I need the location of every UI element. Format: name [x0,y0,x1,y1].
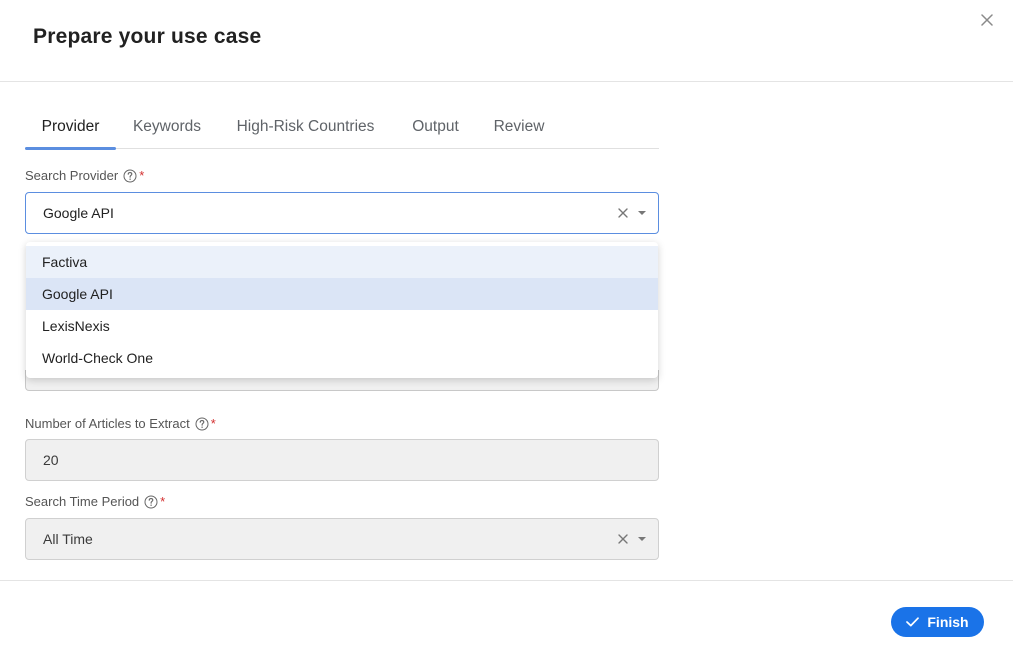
required-mark: * [160,494,166,509]
time-period-value: All Time [43,531,93,547]
time-period-select[interactable]: All Time [25,518,659,560]
tab-output[interactable]: Output [393,104,478,149]
time-period-label: Search Time Period * [25,494,166,509]
help-circle-icon[interactable] [123,169,137,183]
search-provider-select[interactable]: Google API [25,192,659,234]
tab-review[interactable]: Review [478,104,560,149]
caret-down-icon[interactable] [636,533,648,545]
tab-keywords[interactable]: Keywords [116,104,218,149]
dialog-header: Prepare your use case [0,0,1013,82]
num-articles-input[interactable]: 20 [25,439,659,481]
search-provider-label: Search Provider * [25,168,145,183]
option-world-check-one[interactable]: World-Check One [26,342,658,374]
required-mark: * [139,168,145,183]
close-button[interactable] [977,10,997,30]
step-tabs: Provider Keywords High-Risk Countries Ou… [25,104,659,150]
help-circle-icon[interactable] [195,417,209,431]
search-provider-options: Factiva Google API LexisNexis World-Chec… [26,242,658,378]
tab-high-risk-countries[interactable]: High-Risk Countries [218,104,393,149]
clear-x-icon[interactable] [615,205,631,221]
num-articles-label: Number of Articles to Extract * [25,416,216,431]
finish-button[interactable]: Finish [891,607,984,637]
close-icon [981,14,993,26]
check-icon [906,617,920,627]
dialog-title: Prepare your use case [33,25,262,48]
caret-down-icon[interactable] [636,207,648,219]
help-circle-icon[interactable] [144,495,158,509]
option-factiva[interactable]: Factiva [26,246,658,278]
search-provider-value: Google API [43,205,114,221]
tab-provider[interactable]: Provider [25,104,116,150]
clear-x-icon[interactable] [615,531,631,547]
option-google-api[interactable]: Google API [26,278,658,310]
dialog-footer [0,580,1013,653]
num-articles-value: 20 [43,452,59,468]
option-lexisnexis[interactable]: LexisNexis [26,310,658,342]
required-mark: * [210,416,216,431]
